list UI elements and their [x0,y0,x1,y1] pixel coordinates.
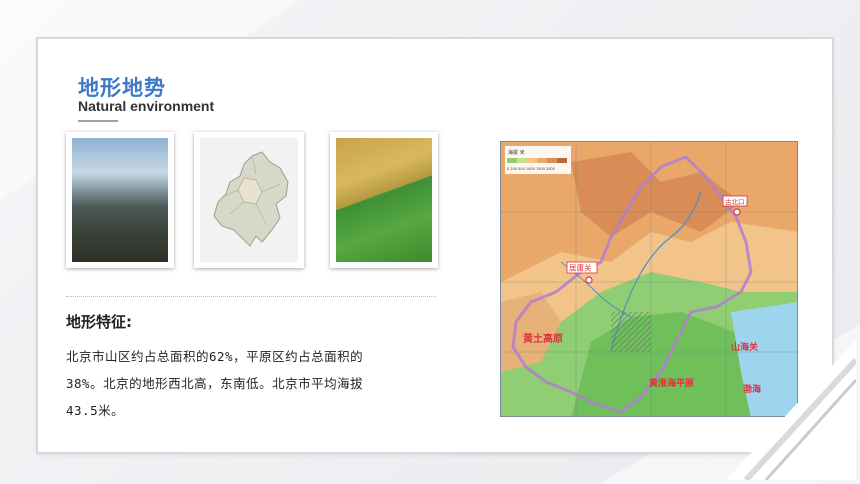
mountain-image [72,138,168,262]
elevation-legend [507,158,567,163]
page-subtitle: Natural environment [78,98,215,114]
page-curl-decoration [726,340,856,480]
label-gubeikou: 古北口 [725,197,745,206]
gubeikou-marker [733,208,741,216]
features-text: 北京市山区约占总面积的62%，平原区约占总面积的 38%。北京的地形西北高，东南… [66,343,458,424]
features-heading: 地形特征: [66,313,132,331]
mountain-photo [66,132,174,268]
beijing-shape [213,151,289,247]
title-underline [78,120,118,122]
features-line: 43.5米。 [66,403,125,418]
beijing-outline-map [194,132,304,268]
features-line: 北京市山区约占总面积的62%，平原区约占总面积的 [66,349,364,364]
outline-map-image [200,138,298,262]
farmland-image [336,138,432,262]
juyongguan-marker [585,276,593,284]
farmland-aerial-photo [330,132,438,268]
section-divider [66,296,436,297]
label-plain: 黄淮海平原 [649,377,694,389]
label-juyongguan: 居庸关 [569,263,592,273]
legend-ticks: 0 200 500 1000 1500 2000 [507,167,555,171]
label-loess-plateau: 黄土高原 [523,332,563,345]
features-line: 38%。北京的地形西北高，东南低。北京市平均海拔 [66,376,364,391]
legend-title: 海拔 米 [508,149,525,156]
